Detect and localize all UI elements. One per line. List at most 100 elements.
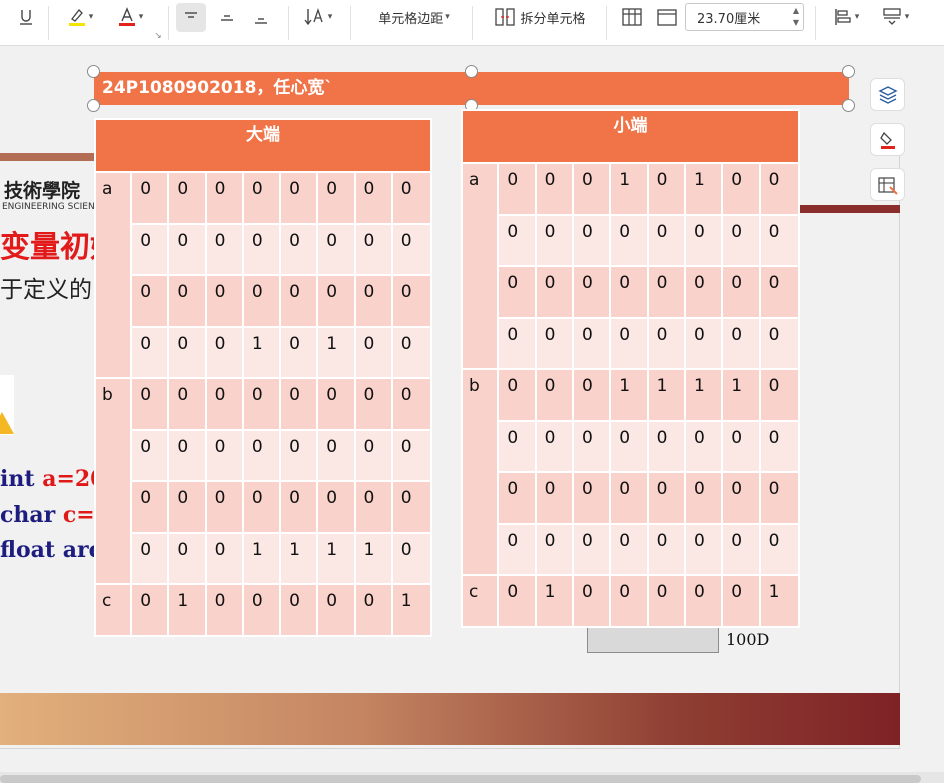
bit-cell[interactable]: 0 [130, 274, 170, 328]
bit-cell[interactable]: 0 [316, 171, 356, 225]
bit-cell[interactable]: 0 [646, 316, 686, 370]
bit-cell[interactable]: 0 [130, 222, 170, 276]
bit-cell[interactable]: 0 [279, 325, 319, 379]
bit-cell[interactable]: 0 [130, 325, 170, 379]
bit-cell[interactable]: 0 [167, 274, 207, 328]
bit-cell[interactable]: 0 [571, 522, 612, 576]
bit-cell[interactable]: 1 [609, 162, 649, 216]
bit-cell[interactable]: 0 [353, 274, 393, 328]
bit-cell[interactable]: 0 [571, 471, 612, 525]
big-endian-table[interactable]: 大端 a 0 0 0 0 0 0 0 0 0 0 0 0 0 0 0 0 0 0 0 0 0 0 0 0 0 0 0 1 0 1 0 0 b 0 0 0 0… [93, 118, 433, 637]
bit-cell[interactable]: 0 [167, 428, 207, 482]
bit-cell[interactable]: 0 [316, 274, 356, 328]
bit-cell[interactable]: 0 [683, 522, 724, 576]
table-style-button[interactable] [870, 168, 905, 201]
little-endian-table[interactable]: 小端 a 0 0 0 1 0 1 0 0 0 0 0 0 0 0 0 0 0 0 0 0 0 0 0 0 0 0 0 0 0 0 0 0 b 0 0 0 1… [460, 109, 801, 628]
horizontal-scrollbar-thumb[interactable] [0, 775, 921, 783]
layers-button[interactable] [870, 78, 905, 111]
bit-cell[interactable]: 0 [534, 265, 574, 319]
bit-cell[interactable]: 1 [721, 368, 761, 422]
highlight-pen-icon[interactable]: ▾ [60, 6, 100, 28]
bit-cell[interactable]: 0 [758, 162, 801, 216]
bit-cell[interactable]: 0 [204, 377, 244, 431]
bit-cell[interactable]: 0 [646, 574, 686, 628]
bit-cell[interactable]: 0 [609, 419, 649, 473]
bit-cell[interactable]: 0 [353, 171, 393, 225]
variable-label[interactable]: a [93, 171, 133, 379]
bit-cell[interactable]: 0 [353, 480, 393, 534]
bit-cell[interactable]: 0 [534, 368, 574, 422]
bit-cell[interactable]: 0 [241, 428, 282, 482]
bit-cell[interactable]: 0 [167, 325, 207, 379]
bit-cell[interactable]: 0 [683, 265, 724, 319]
bit-cell[interactable]: 0 [497, 574, 537, 628]
bit-cell[interactable]: 0 [646, 522, 686, 576]
bit-cell[interactable]: 1 [758, 574, 801, 628]
bit-cell[interactable]: 0 [241, 274, 282, 328]
bit-cell[interactable]: 0 [204, 480, 244, 534]
bit-cell[interactable]: 0 [609, 471, 649, 525]
align-left-objects-icon[interactable]: ▾ [826, 5, 866, 29]
bit-cell[interactable]: 0 [279, 171, 319, 225]
bit-cell[interactable]: 0 [390, 531, 433, 585]
size-input[interactable]: 23.70厘米 ▲ ▼ [685, 3, 804, 31]
bit-cell[interactable]: 0 [279, 480, 319, 534]
row-height-icon[interactable] [654, 5, 680, 29]
bit-cell[interactable]: 1 [683, 368, 724, 422]
bit-cell[interactable]: 0 [279, 583, 319, 637]
bit-cell[interactable]: 0 [758, 213, 801, 267]
fill-button[interactable] [870, 123, 905, 156]
bit-cell[interactable]: 0 [204, 583, 244, 637]
bit-cell[interactable]: 1 [316, 325, 356, 379]
bit-cell[interactable]: 0 [683, 316, 724, 370]
bit-cell[interactable]: 1 [167, 583, 207, 637]
resize-handle-top-right[interactable] [842, 65, 855, 78]
bit-cell[interactable]: 0 [167, 377, 207, 431]
bit-cell[interactable]: 0 [497, 368, 537, 422]
bit-cell[interactable]: 0 [204, 274, 244, 328]
bit-cell[interactable]: 1 [316, 531, 356, 585]
bit-cell[interactable]: 0 [390, 428, 433, 482]
align-top-icon[interactable] [176, 3, 206, 32]
bit-cell[interactable]: 0 [758, 316, 801, 370]
align-middle-icon[interactable] [212, 3, 242, 32]
bit-cell[interactable]: 0 [646, 265, 686, 319]
bit-cell[interactable]: 0 [130, 377, 170, 431]
bit-cell[interactable]: 1 [241, 531, 282, 585]
variable-label[interactable]: c [460, 574, 500, 628]
bit-cell[interactable]: 0 [609, 265, 649, 319]
bit-cell[interactable]: 0 [130, 583, 170, 637]
bit-cell[interactable]: 0 [130, 480, 170, 534]
bit-cell[interactable]: 1 [390, 583, 433, 637]
bit-cell[interactable]: 0 [497, 213, 537, 267]
bit-cell[interactable]: 0 [390, 377, 433, 431]
bit-cell[interactable]: 0 [534, 419, 574, 473]
bit-cell[interactable]: 0 [683, 471, 724, 525]
bit-cell[interactable]: 0 [721, 471, 761, 525]
bit-cell[interactable]: 0 [683, 419, 724, 473]
bit-cell[interactable]: 0 [571, 162, 612, 216]
bit-cell[interactable]: 1 [353, 531, 393, 585]
bit-cell[interactable]: 0 [204, 171, 244, 225]
resize-handle-top-left[interactable] [87, 65, 100, 78]
bit-cell[interactable]: 0 [646, 471, 686, 525]
bit-cell[interactable]: 0 [167, 171, 207, 225]
bit-cell[interactable]: 0 [609, 574, 649, 628]
bit-cell[interactable]: 0 [204, 222, 244, 276]
bit-cell[interactable]: 0 [167, 222, 207, 276]
bit-cell[interactable]: 0 [721, 316, 761, 370]
bit-cell[interactable]: 0 [534, 213, 574, 267]
bit-cell[interactable]: 0 [758, 471, 801, 525]
bit-cell[interactable]: 0 [241, 480, 282, 534]
bit-cell[interactable]: 0 [497, 316, 537, 370]
bit-cell[interactable]: 0 [353, 583, 393, 637]
bit-cell[interactable]: 0 [353, 428, 393, 482]
resize-handle-bottom-right[interactable] [842, 99, 855, 112]
bit-cell[interactable]: 0 [279, 222, 319, 276]
bit-cell[interactable]: 0 [130, 531, 170, 585]
bit-cell[interactable]: 0 [571, 316, 612, 370]
resize-handle-bottom-left[interactable] [87, 99, 100, 112]
bit-cell[interactable]: 0 [204, 531, 244, 585]
bit-cell[interactable]: 0 [316, 480, 356, 534]
bit-cell[interactable]: 0 [167, 480, 207, 534]
